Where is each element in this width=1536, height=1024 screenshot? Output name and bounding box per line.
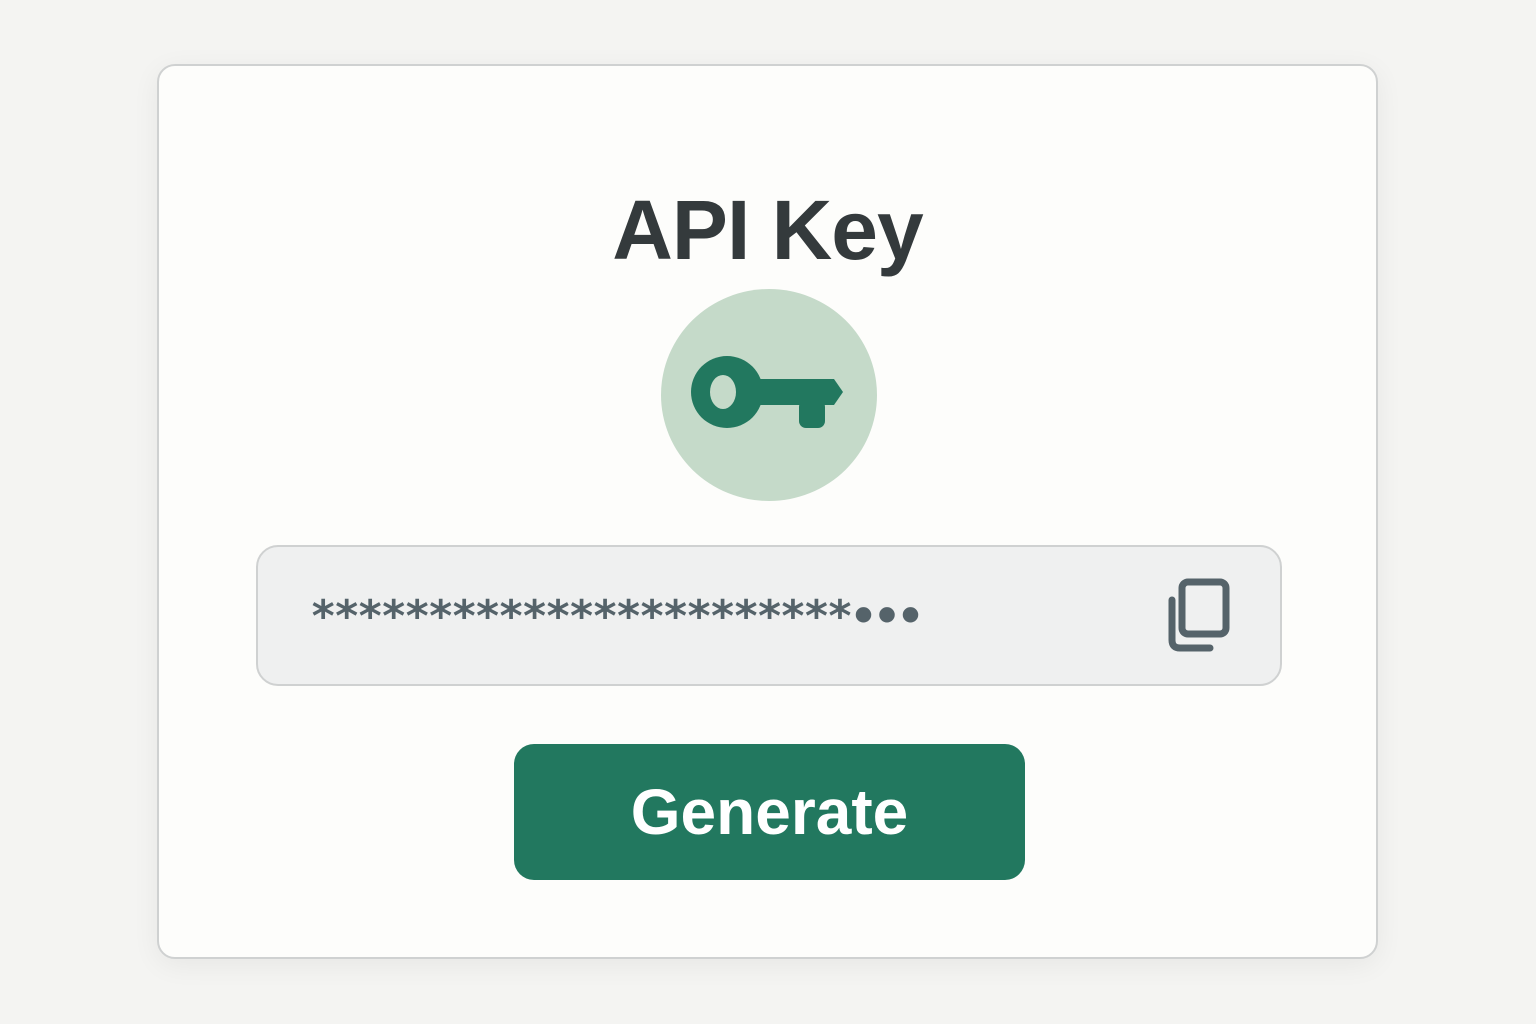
- page-title: API Key: [612, 183, 923, 277]
- api-key-field[interactable]: ***********************•••: [256, 545, 1282, 686]
- masked-api-key: ***********************•••: [310, 591, 921, 642]
- copy-button[interactable]: [1162, 578, 1234, 657]
- copy-icon: [1164, 578, 1232, 657]
- key-badge: [661, 289, 877, 501]
- key-icon: [689, 350, 849, 440]
- generate-button[interactable]: Generate: [514, 744, 1025, 880]
- api-key-card: API Key ***********************••• Gener…: [157, 64, 1378, 959]
